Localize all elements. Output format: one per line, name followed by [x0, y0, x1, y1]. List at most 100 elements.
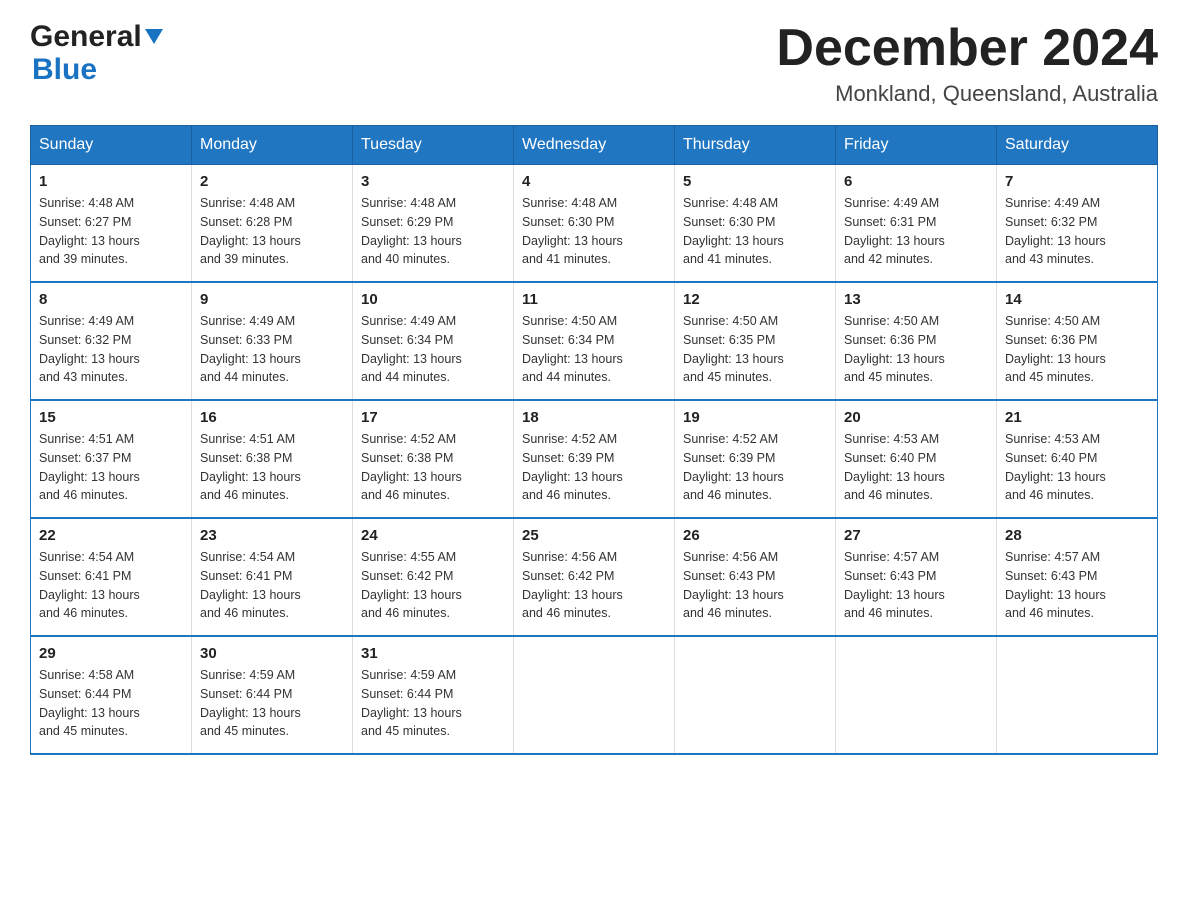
calendar-cell: 10 Sunrise: 4:49 AMSunset: 6:34 PMDaylig… [353, 282, 514, 400]
calendar-cell [997, 636, 1158, 754]
day-info: Sunrise: 4:57 AMSunset: 6:43 PMDaylight:… [844, 550, 945, 620]
calendar-week-row: 22 Sunrise: 4:54 AMSunset: 6:41 PMDaylig… [31, 518, 1158, 636]
day-info: Sunrise: 4:48 AMSunset: 6:29 PMDaylight:… [361, 196, 462, 266]
calendar-cell [675, 636, 836, 754]
day-info: Sunrise: 4:57 AMSunset: 6:43 PMDaylight:… [1005, 550, 1106, 620]
day-number: 8 [39, 291, 183, 308]
day-info: Sunrise: 4:56 AMSunset: 6:42 PMDaylight:… [522, 550, 623, 620]
calendar-cell: 18 Sunrise: 4:52 AMSunset: 6:39 PMDaylig… [514, 400, 675, 518]
day-number: 4 [522, 173, 666, 190]
subtitle: Monkland, Queensland, Australia [776, 81, 1158, 107]
calendar-cell: 7 Sunrise: 4:49 AMSunset: 6:32 PMDayligh… [997, 165, 1158, 283]
calendar-cell: 11 Sunrise: 4:50 AMSunset: 6:34 PMDaylig… [514, 282, 675, 400]
calendar-cell: 1 Sunrise: 4:48 AMSunset: 6:27 PMDayligh… [31, 165, 192, 283]
day-info: Sunrise: 4:54 AMSunset: 6:41 PMDaylight:… [200, 550, 301, 620]
day-info: Sunrise: 4:51 AMSunset: 6:37 PMDaylight:… [39, 432, 140, 502]
weekday-header-sunday: Sunday [31, 126, 192, 165]
day-number: 29 [39, 645, 183, 662]
day-info: Sunrise: 4:59 AMSunset: 6:44 PMDaylight:… [200, 668, 301, 738]
calendar-cell: 13 Sunrise: 4:50 AMSunset: 6:36 PMDaylig… [836, 282, 997, 400]
day-number: 21 [1005, 409, 1149, 426]
calendar-cell: 24 Sunrise: 4:55 AMSunset: 6:42 PMDaylig… [353, 518, 514, 636]
day-number: 20 [844, 409, 988, 426]
day-info: Sunrise: 4:55 AMSunset: 6:42 PMDaylight:… [361, 550, 462, 620]
day-info: Sunrise: 4:50 AMSunset: 6:35 PMDaylight:… [683, 314, 784, 384]
weekday-header-tuesday: Tuesday [353, 126, 514, 165]
day-number: 12 [683, 291, 827, 308]
day-number: 15 [39, 409, 183, 426]
day-info: Sunrise: 4:49 AMSunset: 6:34 PMDaylight:… [361, 314, 462, 384]
day-info: Sunrise: 4:49 AMSunset: 6:32 PMDaylight:… [1005, 196, 1106, 266]
day-info: Sunrise: 4:49 AMSunset: 6:33 PMDaylight:… [200, 314, 301, 384]
day-info: Sunrise: 4:48 AMSunset: 6:27 PMDaylight:… [39, 196, 140, 266]
calendar-cell: 6 Sunrise: 4:49 AMSunset: 6:31 PMDayligh… [836, 165, 997, 283]
day-info: Sunrise: 4:56 AMSunset: 6:43 PMDaylight:… [683, 550, 784, 620]
calendar-cell: 5 Sunrise: 4:48 AMSunset: 6:30 PMDayligh… [675, 165, 836, 283]
calendar-cell: 4 Sunrise: 4:48 AMSunset: 6:30 PMDayligh… [514, 165, 675, 283]
calendar-cell: 9 Sunrise: 4:49 AMSunset: 6:33 PMDayligh… [192, 282, 353, 400]
day-info: Sunrise: 4:53 AMSunset: 6:40 PMDaylight:… [844, 432, 945, 502]
day-number: 19 [683, 409, 827, 426]
calendar-cell: 3 Sunrise: 4:48 AMSunset: 6:29 PMDayligh… [353, 165, 514, 283]
calendar-cell: 31 Sunrise: 4:59 AMSunset: 6:44 PMDaylig… [353, 636, 514, 754]
day-number: 2 [200, 173, 344, 190]
calendar-cell: 22 Sunrise: 4:54 AMSunset: 6:41 PMDaylig… [31, 518, 192, 636]
calendar-cell: 26 Sunrise: 4:56 AMSunset: 6:43 PMDaylig… [675, 518, 836, 636]
calendar-cell: 14 Sunrise: 4:50 AMSunset: 6:36 PMDaylig… [997, 282, 1158, 400]
day-info: Sunrise: 4:51 AMSunset: 6:38 PMDaylight:… [200, 432, 301, 502]
day-info: Sunrise: 4:54 AMSunset: 6:41 PMDaylight:… [39, 550, 140, 620]
day-number: 10 [361, 291, 505, 308]
logo: General Blue [30, 20, 163, 86]
day-info: Sunrise: 4:49 AMSunset: 6:32 PMDaylight:… [39, 314, 140, 384]
day-number: 6 [844, 173, 988, 190]
day-info: Sunrise: 4:50 AMSunset: 6:36 PMDaylight:… [844, 314, 945, 384]
day-number: 5 [683, 173, 827, 190]
day-number: 9 [200, 291, 344, 308]
page-header: General Blue December 2024 Monkland, Que… [30, 20, 1158, 107]
weekday-header-row: SundayMondayTuesdayWednesdayThursdayFrid… [31, 126, 1158, 165]
weekday-header-monday: Monday [192, 126, 353, 165]
day-number: 24 [361, 527, 505, 544]
calendar-table: SundayMondayTuesdayWednesdayThursdayFrid… [30, 125, 1158, 755]
day-info: Sunrise: 4:52 AMSunset: 6:38 PMDaylight:… [361, 432, 462, 502]
day-number: 11 [522, 291, 666, 308]
logo-general: General [30, 20, 163, 53]
calendar-week-row: 15 Sunrise: 4:51 AMSunset: 6:37 PMDaylig… [31, 400, 1158, 518]
day-number: 25 [522, 527, 666, 544]
day-number: 30 [200, 645, 344, 662]
weekday-header-thursday: Thursday [675, 126, 836, 165]
day-info: Sunrise: 4:48 AMSunset: 6:28 PMDaylight:… [200, 196, 301, 266]
day-number: 27 [844, 527, 988, 544]
calendar-cell: 20 Sunrise: 4:53 AMSunset: 6:40 PMDaylig… [836, 400, 997, 518]
day-number: 13 [844, 291, 988, 308]
day-number: 31 [361, 645, 505, 662]
calendar-cell: 2 Sunrise: 4:48 AMSunset: 6:28 PMDayligh… [192, 165, 353, 283]
day-number: 1 [39, 173, 183, 190]
weekday-header-friday: Friday [836, 126, 997, 165]
calendar-cell: 28 Sunrise: 4:57 AMSunset: 6:43 PMDaylig… [997, 518, 1158, 636]
day-info: Sunrise: 4:50 AMSunset: 6:34 PMDaylight:… [522, 314, 623, 384]
calendar-week-row: 8 Sunrise: 4:49 AMSunset: 6:32 PMDayligh… [31, 282, 1158, 400]
day-number: 23 [200, 527, 344, 544]
calendar-cell: 16 Sunrise: 4:51 AMSunset: 6:38 PMDaylig… [192, 400, 353, 518]
calendar-cell: 19 Sunrise: 4:52 AMSunset: 6:39 PMDaylig… [675, 400, 836, 518]
calendar-cell: 8 Sunrise: 4:49 AMSunset: 6:32 PMDayligh… [31, 282, 192, 400]
calendar-cell: 30 Sunrise: 4:59 AMSunset: 6:44 PMDaylig… [192, 636, 353, 754]
title-block: December 2024 Monkland, Queensland, Aust… [776, 20, 1158, 107]
day-number: 28 [1005, 527, 1149, 544]
day-info: Sunrise: 4:48 AMSunset: 6:30 PMDaylight:… [683, 196, 784, 266]
page-title: December 2024 [776, 20, 1158, 77]
day-number: 22 [39, 527, 183, 544]
calendar-cell: 25 Sunrise: 4:56 AMSunset: 6:42 PMDaylig… [514, 518, 675, 636]
calendar-cell: 23 Sunrise: 4:54 AMSunset: 6:41 PMDaylig… [192, 518, 353, 636]
calendar-week-row: 1 Sunrise: 4:48 AMSunset: 6:27 PMDayligh… [31, 165, 1158, 283]
day-number: 7 [1005, 173, 1149, 190]
day-number: 26 [683, 527, 827, 544]
weekday-header-saturday: Saturday [997, 126, 1158, 165]
calendar-cell [514, 636, 675, 754]
logo-blue: Blue [32, 53, 163, 86]
calendar-cell: 21 Sunrise: 4:53 AMSunset: 6:40 PMDaylig… [997, 400, 1158, 518]
day-info: Sunrise: 4:49 AMSunset: 6:31 PMDaylight:… [844, 196, 945, 266]
calendar-cell: 29 Sunrise: 4:58 AMSunset: 6:44 PMDaylig… [31, 636, 192, 754]
day-number: 17 [361, 409, 505, 426]
